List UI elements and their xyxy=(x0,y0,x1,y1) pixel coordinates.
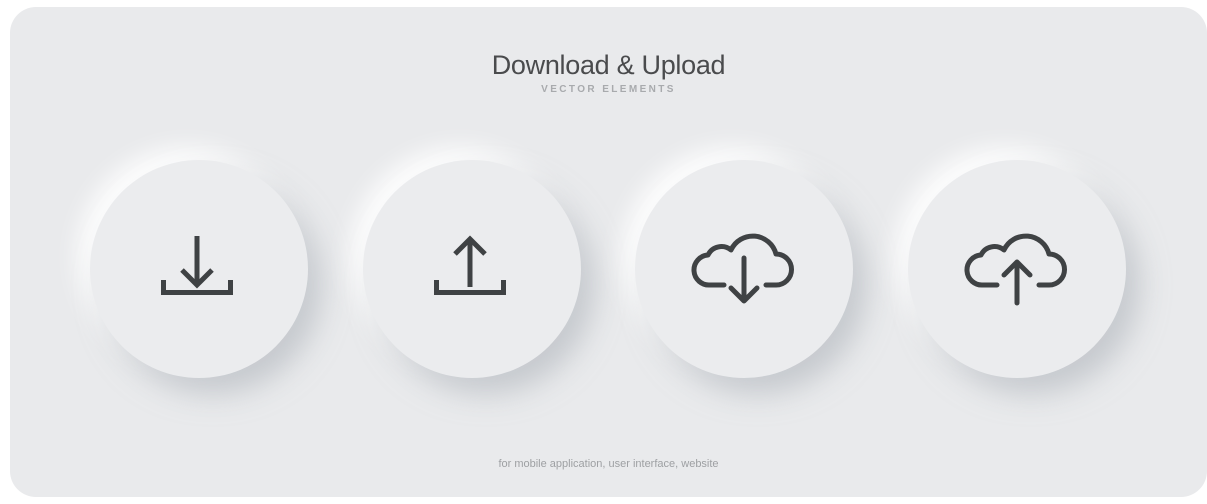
download-button[interactable] xyxy=(90,160,308,378)
cloud-download-button[interactable] xyxy=(635,160,853,378)
page-title: Download & Upload xyxy=(491,50,726,80)
card-panel: Download & Upload VECTOR ELEMENTS for mo… xyxy=(10,7,1207,497)
upload-icon xyxy=(434,235,506,295)
cloud-upload-icon xyxy=(964,233,1067,306)
page-subtitle: VECTOR ELEMENTS xyxy=(541,84,676,95)
download-icon xyxy=(161,236,233,295)
cloud-upload-button[interactable] xyxy=(908,160,1126,378)
cloud-download-icon xyxy=(691,233,794,304)
upload-button[interactable] xyxy=(363,160,581,378)
footer-caption: for mobile application, user interface, … xyxy=(498,458,719,470)
